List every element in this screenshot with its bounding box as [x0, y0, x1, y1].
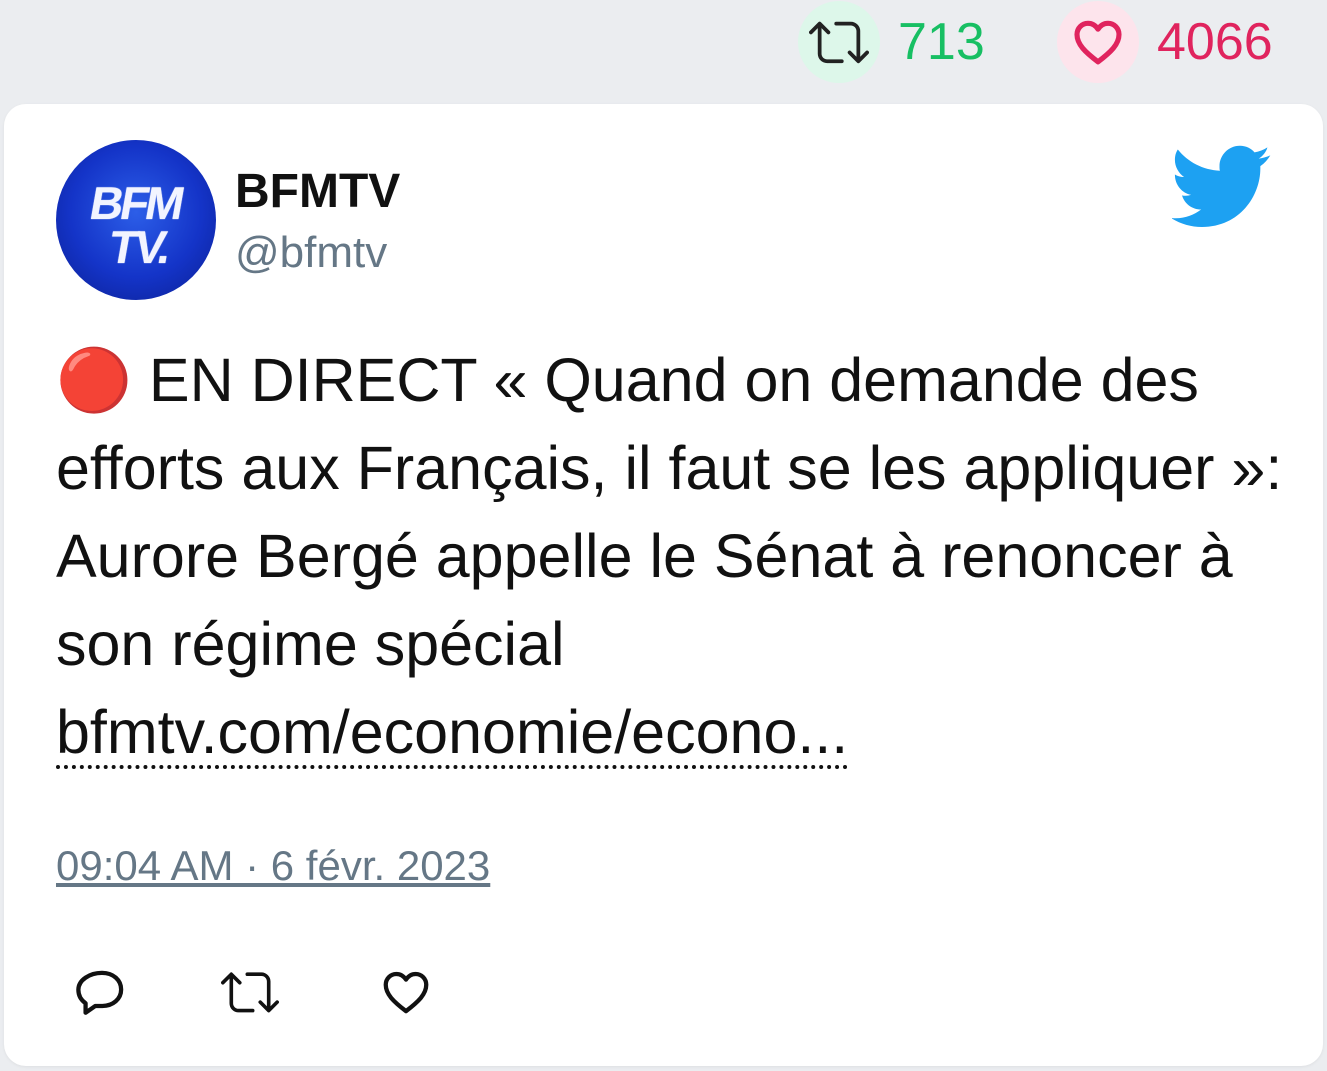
reply-icon — [76, 970, 124, 1015]
author-handle[interactable]: @bfmtv — [235, 228, 387, 278]
tweet-actions — [4, 960, 1323, 1040]
twitter-bird-icon[interactable] — [1170, 144, 1272, 230]
tweet-timestamp[interactable]: 09:04 AM · 6 févr. 2023 — [56, 842, 490, 890]
tweet-card: BFM TV. BFMTV @bfmtv 🔴 EN DIRECT « Quand… — [4, 104, 1323, 1066]
retweet-icon — [798, 1, 880, 83]
like-count: 4066 — [1157, 13, 1273, 71]
retweet-count: 713 — [898, 13, 985, 71]
avatar[interactable]: BFM TV. — [56, 140, 216, 300]
tweet-body: 🔴 EN DIRECT « Quand on demande des effor… — [56, 336, 1296, 776]
like-icon — [383, 971, 429, 1014]
reply-button[interactable] — [70, 960, 134, 1024]
retweet-button[interactable] — [218, 960, 282, 1024]
tweet-stats-bar: 713 4066 — [0, 0, 1327, 100]
like-button[interactable] — [374, 960, 438, 1024]
tweet-link[interactable]: bfmtv.com/economie/econo... — [56, 699, 849, 769]
retweet-icon — [221, 972, 279, 1013]
heart-icon — [1057, 1, 1139, 83]
retweet-stat[interactable]: 713 — [798, 0, 985, 84]
tweet-text: 🔴 EN DIRECT « Quand on demande des effor… — [56, 346, 1283, 678]
avatar-logo-line2: TV. — [105, 221, 173, 273]
like-stat[interactable]: 4066 — [1057, 0, 1273, 84]
author-name[interactable]: BFMTV — [235, 164, 400, 219]
